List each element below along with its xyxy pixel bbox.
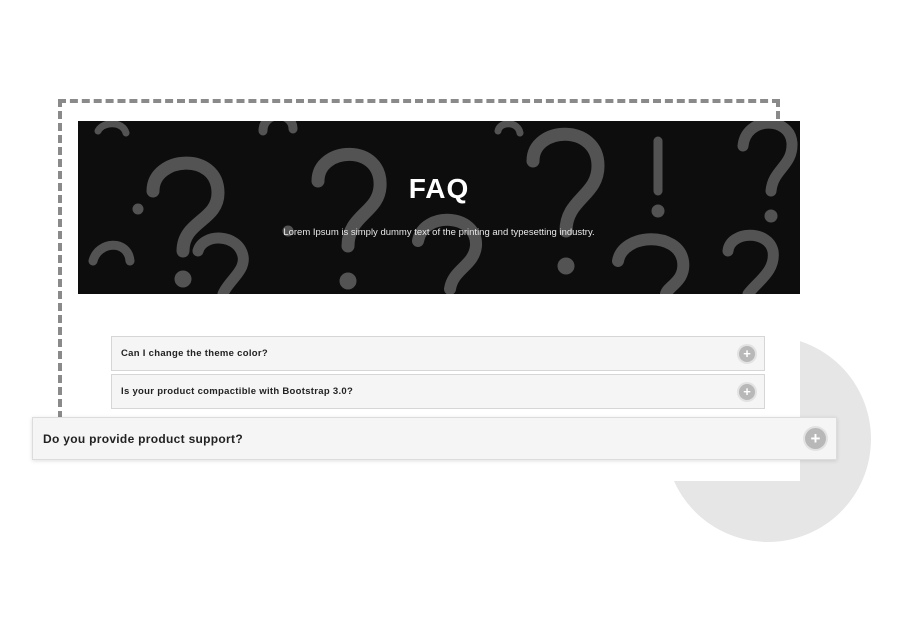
plus-circle-icon[interactable]: + [739,384,755,400]
faq-question: Do you provide product support? [43,431,243,446]
faq-item-theme-color[interactable]: Can I change the theme color? + [111,336,765,371]
faq-item-bootstrap[interactable]: Is your product compactible with Bootstr… [111,374,765,409]
plus-circle-icon[interactable]: + [739,346,755,362]
plus-circle-icon[interactable]: + [805,428,826,449]
stage: FAQ Lorem Ipsum is simply dummy text of … [0,0,900,640]
faq-item-product-support[interactable]: Do you provide product support? + [32,417,837,460]
page-subtitle: Lorem Ipsum is simply dummy text of the … [283,227,595,238]
faq-question: Is your product compactible with Bootstr… [121,386,354,397]
hero-banner: FAQ Lorem Ipsum is simply dummy text of … [78,121,800,294]
question-marks-background-image [88,121,798,294]
faq-question: Can I change the theme color? [121,348,269,359]
page-title: FAQ [408,173,470,204]
